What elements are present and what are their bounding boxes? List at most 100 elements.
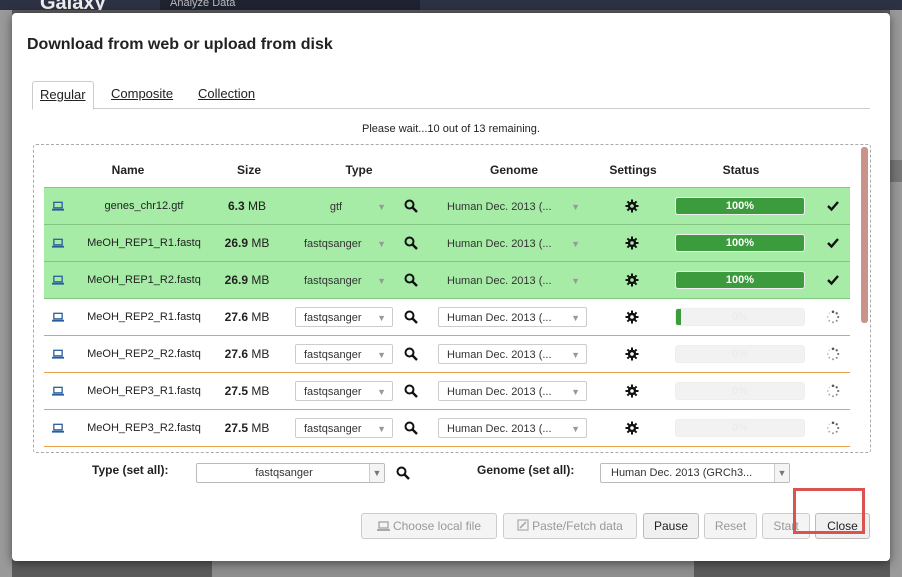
gear-icon[interactable] bbox=[625, 236, 639, 250]
spinner-icon bbox=[826, 347, 840, 361]
chevron-down-icon: ▼ bbox=[377, 202, 386, 212]
search-icon[interactable] bbox=[396, 466, 410, 480]
nav-analyze-data: Analyze Data bbox=[170, 0, 236, 9]
upload-row: MeOH_REP3_R1.fastq 27.5 MB fastqsanger ▼ Hum… bbox=[44, 373, 850, 410]
upload-dialog: Download from web or upload from disk Re… bbox=[12, 13, 890, 561]
chevron-down-icon: ▼ bbox=[571, 387, 580, 397]
file-type-select[interactable]: fastqsanger ▼ bbox=[295, 233, 393, 253]
genome-select[interactable]: Human Dec. 2013 (... ▼ bbox=[438, 196, 587, 216]
chevron-down-icon: ▼ bbox=[571, 350, 580, 360]
search-icon[interactable] bbox=[404, 384, 418, 398]
tab-composite[interactable]: Composite bbox=[104, 81, 180, 107]
file-size: 27.5 MB bbox=[212, 410, 282, 446]
genome-value: Human Dec. 2013 (... bbox=[447, 201, 552, 213]
file-name: MeOH_REP2_R2.fastq bbox=[87, 348, 201, 360]
file-name: MeOH_REP3_R2.fastq bbox=[87, 422, 201, 434]
column-settings: Settings bbox=[609, 163, 657, 177]
chevron-down-icon: ▼ bbox=[774, 464, 789, 482]
file-type-select[interactable]: gtf ▼ bbox=[295, 196, 393, 216]
upload-row: MeOH_REP3_R2.fastq 27.5 MB fastqsanger ▼ Hum… bbox=[44, 410, 850, 447]
gear-icon[interactable] bbox=[625, 347, 639, 361]
file-size-unit: MB bbox=[251, 236, 270, 250]
chevron-down-icon: ▼ bbox=[377, 350, 386, 360]
file-type-select[interactable]: fastqsanger ▼ bbox=[295, 418, 393, 438]
gear-icon[interactable] bbox=[625, 310, 639, 324]
progress-label: 100% bbox=[725, 200, 755, 212]
genome-select[interactable]: Human Dec. 2013 (... ▼ bbox=[438, 307, 587, 327]
gear-icon[interactable] bbox=[625, 273, 639, 287]
galaxy-brand: Galaxy bbox=[40, 0, 106, 10]
column-size: Size bbox=[236, 163, 261, 177]
genome-select[interactable]: Human Dec. 2013 (... ▼ bbox=[438, 270, 587, 290]
file-size-value: 26.9 bbox=[224, 273, 248, 287]
file-type-select[interactable]: fastqsanger ▼ bbox=[295, 307, 393, 327]
upload-progress-bar: 0% bbox=[675, 345, 805, 363]
genome-set-all-select[interactable]: Human Dec. 2013 (GRCh3... ▼ bbox=[600, 463, 790, 483]
upload-row: MeOH_REP2_R1.fastq 27.6 MB fastqsanger ▼ Hum… bbox=[44, 299, 850, 336]
type-set-all-select[interactable]: fastqsanger ▼ bbox=[196, 463, 385, 483]
background-history-panel bbox=[890, 10, 902, 577]
genome-select[interactable]: Human Dec. 2013 (... ▼ bbox=[438, 233, 587, 253]
chevron-down-icon: ▼ bbox=[571, 276, 580, 286]
checkmark-icon bbox=[827, 275, 839, 286]
upload-box[interactable]: Name Size Type Genome Settings Status ge… bbox=[33, 144, 871, 453]
chevron-down-icon: ▼ bbox=[571, 202, 580, 212]
file-name: MeOH_REP3_R1.fastq bbox=[87, 385, 201, 397]
chevron-down-icon: ▼ bbox=[571, 313, 580, 323]
upload-scrollbar[interactable] bbox=[861, 147, 868, 450]
galaxy-masthead: Galaxy Analyze Data bbox=[0, 0, 902, 10]
file-size-unit: MB bbox=[251, 347, 270, 361]
genome-value: Human Dec. 2013 (... bbox=[447, 349, 552, 361]
file-size: 6.3 MB bbox=[212, 188, 282, 224]
file-type-value: fastqsanger bbox=[304, 275, 362, 287]
upload-progress-bar: 0% bbox=[675, 419, 805, 437]
column-genome: Genome bbox=[489, 163, 538, 177]
file-type-value: gtf bbox=[329, 201, 343, 213]
reset-button[interactable]: Reset bbox=[704, 513, 757, 539]
pencil-icon bbox=[517, 519, 529, 531]
gear-icon[interactable] bbox=[625, 421, 639, 435]
genome-select[interactable]: Human Dec. 2013 (... ▼ bbox=[438, 344, 587, 364]
genome-select[interactable]: Human Dec. 2013 (... ▼ bbox=[438, 418, 587, 438]
genome-select[interactable]: Human Dec. 2013 (... ▼ bbox=[438, 381, 587, 401]
dialog-title: Download from web or upload from disk bbox=[27, 36, 333, 53]
upload-row: genes_chr12.gtf 6.3 MB gtf ▼ Human Dec. 2013… bbox=[44, 188, 850, 225]
spinner-icon bbox=[826, 310, 840, 324]
laptop-icon bbox=[52, 312, 64, 322]
progress-label: 100% bbox=[725, 274, 755, 286]
tab-collection[interactable]: Collection bbox=[191, 81, 262, 107]
type-set-all-label: Type (set all): bbox=[92, 463, 169, 477]
search-icon[interactable] bbox=[404, 273, 418, 287]
checkmark-icon bbox=[827, 238, 839, 249]
genome-value: Human Dec. 2013 (... bbox=[447, 312, 552, 324]
file-size: 27.6 MB bbox=[212, 299, 282, 335]
upload-progress-bar: 0% bbox=[675, 382, 805, 400]
gear-icon[interactable] bbox=[625, 199, 639, 213]
pause-button[interactable]: Pause bbox=[643, 513, 699, 539]
laptop-icon bbox=[52, 386, 64, 396]
gear-icon[interactable] bbox=[625, 384, 639, 398]
choose-local-file-button[interactable]: Choose local file bbox=[361, 513, 497, 539]
search-icon[interactable] bbox=[404, 310, 418, 324]
column-status: Status bbox=[722, 163, 760, 177]
tab-regular[interactable]: Regular bbox=[32, 81, 94, 110]
search-icon[interactable] bbox=[404, 347, 418, 361]
file-type-select[interactable]: fastqsanger ▼ bbox=[295, 381, 393, 401]
genome-value: Human Dec. 2013 (... bbox=[447, 275, 552, 287]
paste-fetch-button[interactable]: Paste/Fetch data bbox=[503, 513, 637, 539]
search-icon[interactable] bbox=[404, 421, 418, 435]
laptop-icon bbox=[52, 423, 64, 433]
file-type-select[interactable]: fastqsanger ▼ bbox=[295, 344, 393, 364]
search-icon[interactable] bbox=[404, 236, 418, 250]
file-type-select[interactable]: fastqsanger ▼ bbox=[295, 270, 393, 290]
upload-progress-bar: 100% bbox=[675, 271, 805, 289]
scrollbar-thumb[interactable] bbox=[861, 147, 868, 323]
laptop-icon bbox=[52, 349, 64, 359]
laptop-icon bbox=[52, 238, 64, 248]
file-size-value: 27.5 bbox=[224, 421, 248, 435]
file-size-unit: MB bbox=[251, 421, 270, 435]
file-size-unit: MB bbox=[251, 273, 270, 287]
laptop-icon bbox=[52, 275, 64, 285]
file-name: MeOH_REP2_R1.fastq bbox=[87, 311, 201, 323]
search-icon[interactable] bbox=[404, 199, 418, 213]
